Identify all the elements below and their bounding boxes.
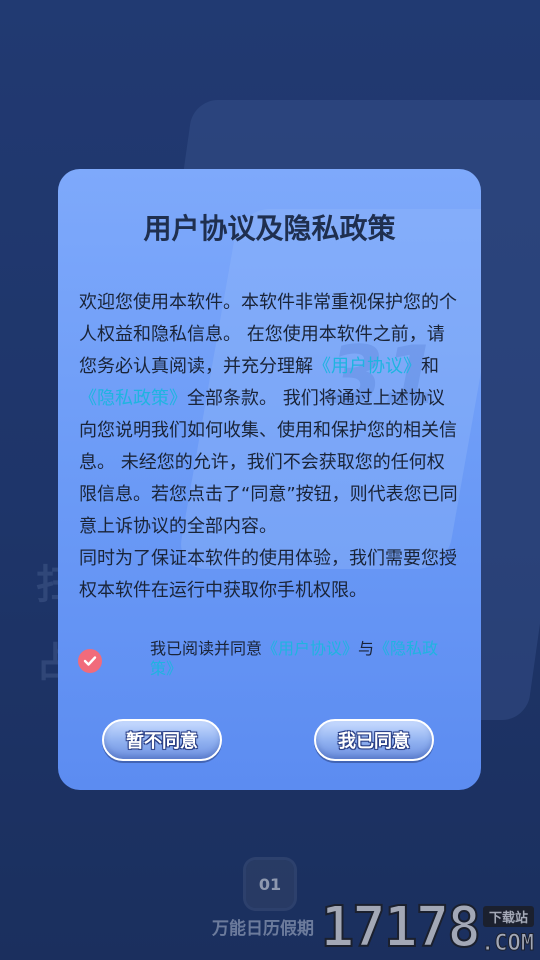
- agreement-text-scroll[interactable]: 欢迎您使用本软件。本软件非常重视保护您的个人权益和隐私信息。 在您使用本软件之前…: [79, 287, 459, 612]
- check-icon: [83, 656, 97, 666]
- dialog-title: 用户协议及隐私政策: [143, 212, 396, 245]
- agreement-text: 和: [421, 356, 439, 377]
- consent-text: 我已阅读并同意《用户协议》与《隐私政策》: [150, 639, 459, 679]
- privacy-dialog: 31 用户协议及隐私政策 欢迎您使用本软件。本软件非常重视保护您的个人权益和隐私…: [58, 169, 481, 790]
- agreement-paragraph: 同时为了保证本软件的使用体验，我们需要您授权本软件在运行中获取你手机权限。: [79, 548, 457, 601]
- consent-label: 我已阅读并同意: [150, 639, 263, 658]
- user-agreement-link[interactable]: 《用户协议》: [313, 356, 421, 377]
- agreement-text: 全部条款。 我们将通过上述协议向您说明我们如何收集、使用和保护您的相关信息。 未…: [79, 388, 458, 537]
- agreement-paragraph: 欢迎您使用本软件。本软件非常重视保护您的个人权益和隐私信息。 在您使用本软件之前…: [79, 287, 459, 543]
- consent-row: 我已阅读并同意《用户协议》与《隐私政策》: [78, 639, 459, 679]
- privacy-policy-link[interactable]: 《隐私政策》: [79, 388, 187, 409]
- consent-label: 与: [358, 639, 375, 658]
- consent-checkbox[interactable]: [78, 649, 102, 673]
- disagree-button[interactable]: 暂不同意: [102, 719, 222, 761]
- agree-button[interactable]: 我已同意: [314, 719, 434, 761]
- consent-user-agreement-link[interactable]: 《用户协议》: [262, 639, 358, 658]
